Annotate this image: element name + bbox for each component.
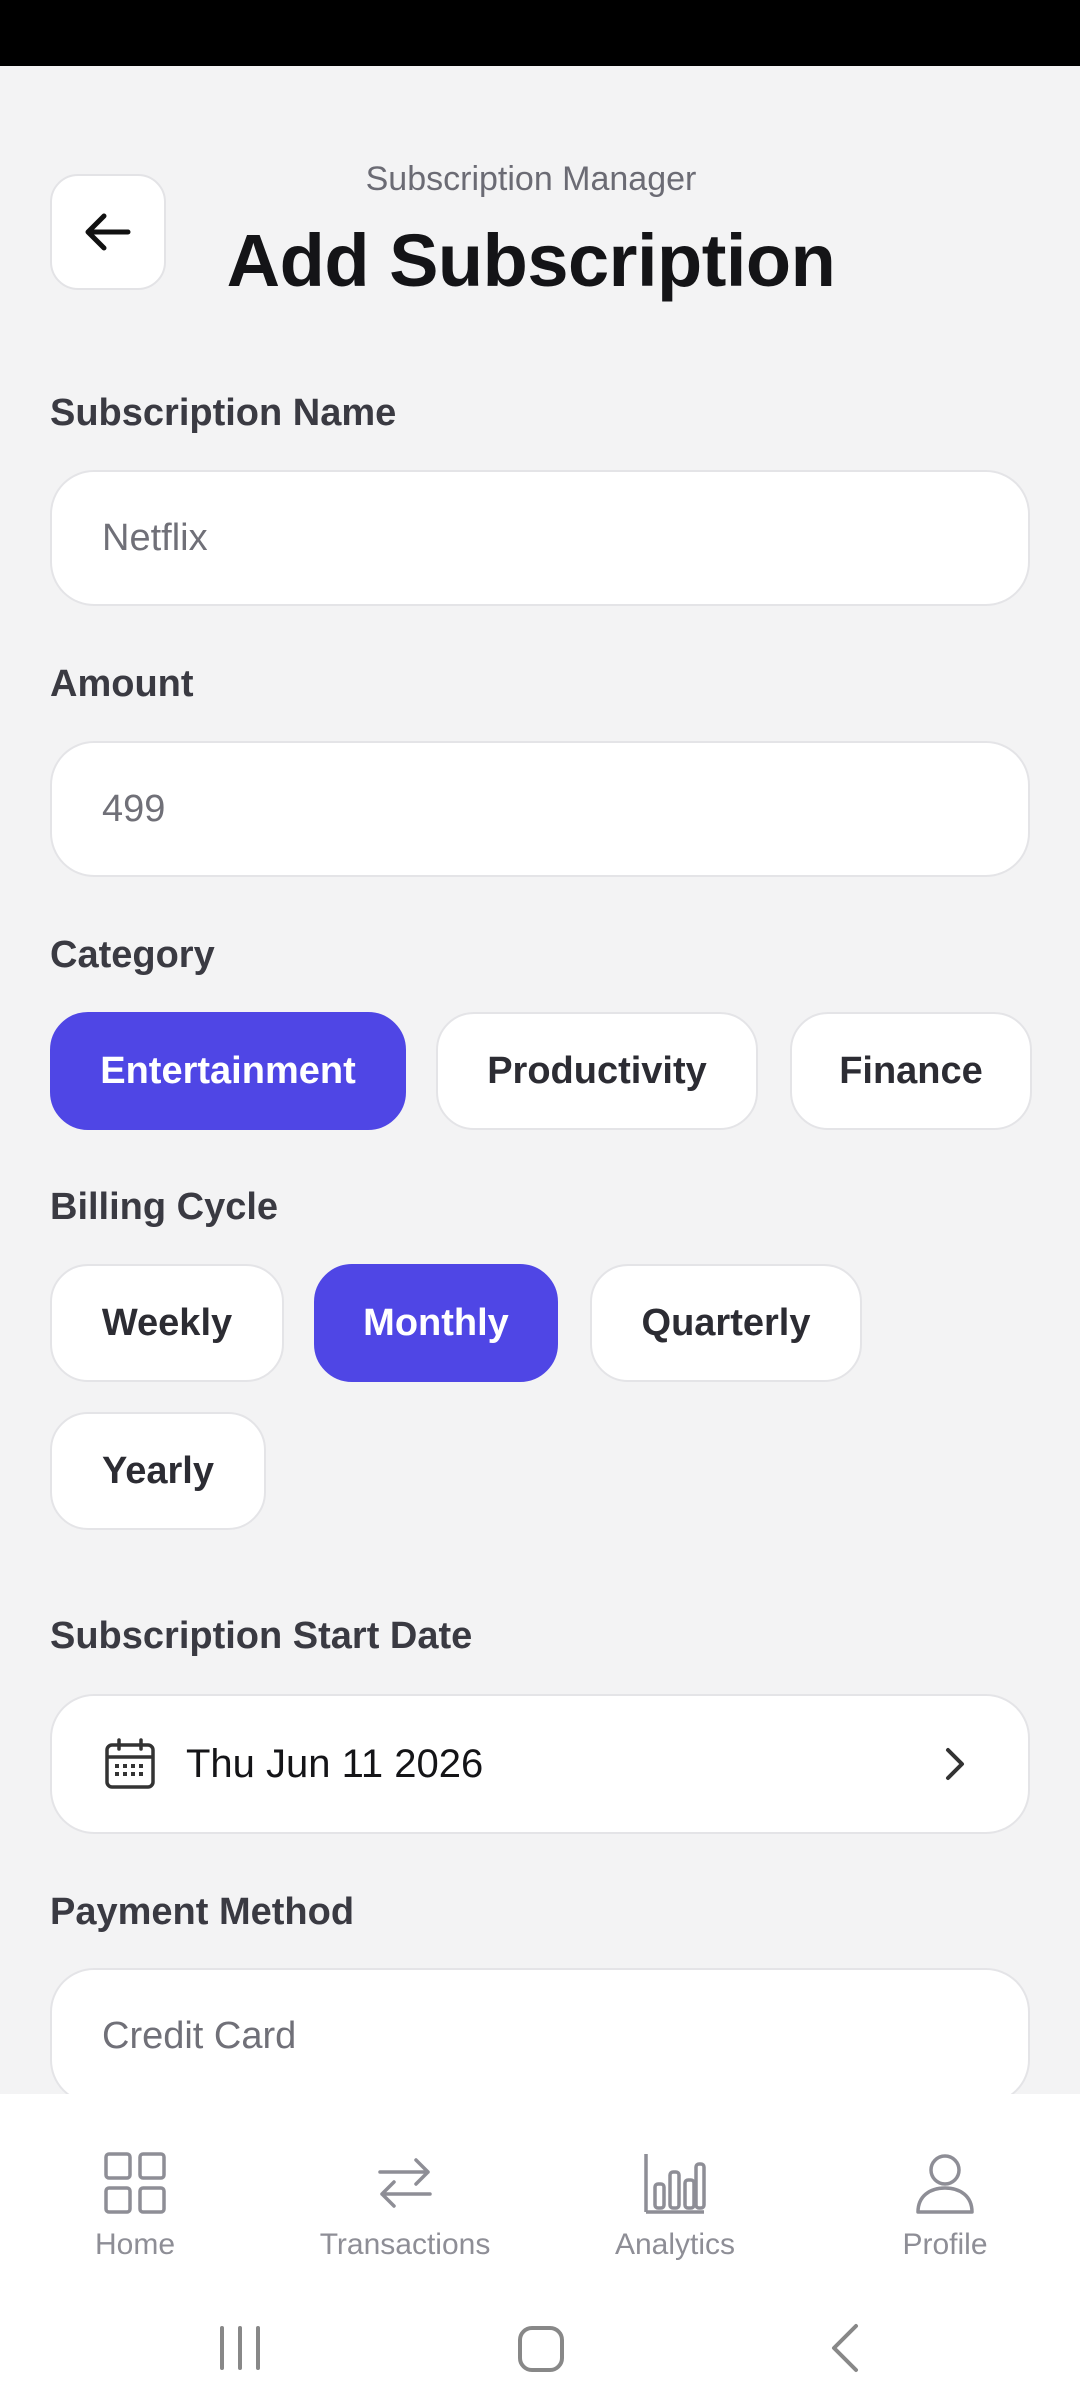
chevron-right-icon: [946, 1748, 964, 1780]
payment-method-field[interactable]: Credit Card: [50, 1968, 1030, 2104]
amount-placeholder: 499: [102, 787, 166, 830]
nav-label-profile: Profile: [902, 2228, 988, 2261]
nav-item-transactions[interactable]: Transactions: [270, 2150, 540, 2262]
subscription-name-label: Subscription Name: [50, 392, 397, 434]
nav-label-home: Home: [94, 2228, 176, 2261]
status-bar: [0, 0, 1080, 66]
payment-method-label: Payment Method: [50, 1891, 355, 1933]
category-chip-finance[interactable]: Finance: [790, 1012, 1032, 1130]
subscription-name-placeholder: Netflix: [102, 516, 208, 559]
category-chip-productivity[interactable]: Productivity: [436, 1012, 758, 1130]
billing-chip-weekly[interactable]: Weekly: [50, 1264, 284, 1382]
page-subtitle: Subscription Manager: [365, 160, 697, 198]
nav-item-profile[interactable]: Profile: [810, 2150, 1080, 2262]
nav-label-analytics: Analytics: [614, 2228, 736, 2261]
amount-field[interactable]: 499: [50, 741, 1030, 877]
start-date-field[interactable]: Thu Jun 11 2026: [50, 1694, 1030, 1834]
recent-apps-icon: [220, 2326, 260, 2370]
nav-item-analytics[interactable]: Analytics: [540, 2150, 810, 2262]
billing-chip-monthly[interactable]: Monthly: [314, 1264, 558, 1382]
category-chip-entertainment[interactable]: Entertainment: [50, 1012, 406, 1130]
billing-cycle-label: Billing Cycle: [50, 1186, 279, 1228]
category-label: Category: [50, 934, 215, 976]
page-title: Add Subscription: [226, 219, 836, 302]
back-nav-icon: [832, 2324, 858, 2372]
nav-item-home[interactable]: Home: [0, 2150, 270, 2262]
start-date-value: Thu Jun 11 2026: [186, 1741, 484, 1786]
bar-chart-icon: [644, 2154, 706, 2214]
calendar-icon: [105, 1738, 155, 1789]
person-icon: [916, 2154, 974, 2214]
billing-chip-yearly[interactable]: Yearly: [50, 1412, 266, 1530]
payment-method-placeholder: Credit Card: [102, 2014, 297, 2057]
subscription-name-field[interactable]: Netflix: [50, 470, 1030, 606]
amount-label: Amount: [50, 663, 194, 705]
system-nav-bar: [220, 2324, 858, 2372]
nav-label-transactions: Transactions: [319, 2228, 491, 2261]
home-button-icon: [518, 2326, 564, 2372]
billing-chip-quarterly[interactable]: Quarterly: [590, 1264, 862, 1382]
start-date-label: Subscription Start Date: [50, 1615, 473, 1657]
swap-arrows-icon: [378, 2158, 432, 2208]
grid-icon: [104, 2152, 166, 2214]
